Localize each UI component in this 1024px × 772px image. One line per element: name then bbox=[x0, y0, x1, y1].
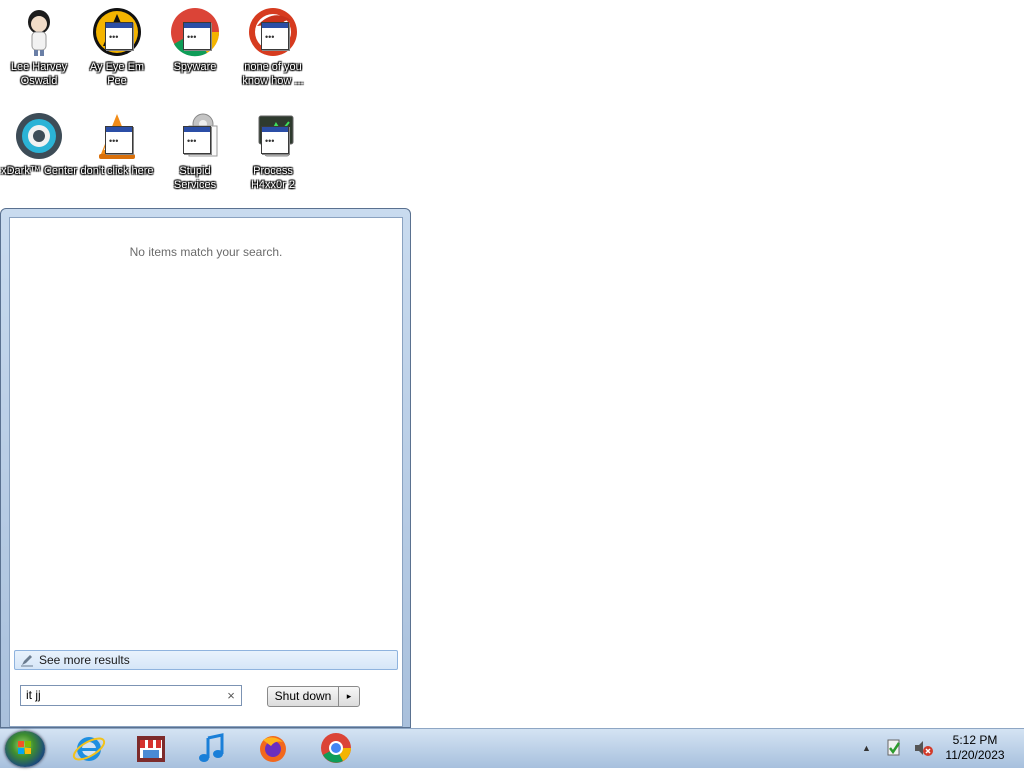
itunes-icon bbox=[199, 733, 224, 762]
desktop-icon-ay-eye-em-pee[interactable]: Ay Eye Em Pee bbox=[79, 2, 155, 88]
internet-explorer-icon bbox=[72, 737, 106, 761]
taskbar-firefox-button[interactable] bbox=[251, 730, 295, 766]
desktop-icon-label: Stupid Services bbox=[173, 165, 217, 191]
desktop-icon-label: none of you know how ... bbox=[242, 61, 304, 87]
no-results-message: No items match your search. bbox=[129, 245, 283, 259]
search-results-pane: No items match your search. See more res… bbox=[9, 217, 403, 727]
desktop-icon-label: Spyware bbox=[173, 61, 217, 73]
store-app-icon bbox=[137, 736, 165, 762]
desktop-icon-stupid-services[interactable]: ... Stupid Services bbox=[157, 106, 233, 192]
vlc-shortcut-icon bbox=[91, 110, 143, 162]
see-more-results-button[interactable]: See more results bbox=[14, 650, 398, 670]
clock-date: 11/20/2023 bbox=[945, 748, 1005, 762]
taskbar-chrome-button[interactable] bbox=[314, 730, 358, 766]
ring-app-icon bbox=[13, 110, 65, 162]
aim-shortcut-icon bbox=[91, 6, 143, 58]
chrome-shortcut-icon bbox=[169, 6, 221, 58]
start-search-input[interactable]: it jj bbox=[20, 685, 242, 706]
windows-logo-icon bbox=[18, 741, 31, 754]
firefox-icon bbox=[260, 736, 286, 762]
search-pen-icon bbox=[20, 653, 34, 667]
clear-search-icon[interactable]: × bbox=[225, 688, 237, 704]
taskbar-itunes-button[interactable] bbox=[190, 730, 234, 766]
start-button[interactable] bbox=[5, 731, 45, 767]
desktop-icon-label: don't click here bbox=[80, 165, 154, 177]
chrome-icon bbox=[321, 733, 351, 763]
desktop-icon-label: Lee Harvey Oswald bbox=[10, 61, 68, 87]
desktop-icon-xdark-center[interactable]: xDark™ Center bbox=[1, 106, 77, 178]
taskbar-store-button[interactable] bbox=[129, 730, 173, 766]
desktop-icon-spyware[interactable]: Spyware bbox=[157, 2, 233, 74]
process-hacker-shortcut-icon bbox=[247, 110, 299, 162]
services-shortcut-icon: ... bbox=[169, 110, 221, 162]
action-center-icon[interactable] bbox=[884, 738, 904, 758]
desktop-icon-process-h4xx0r-2[interactable]: Process H4xx0r 2 bbox=[235, 106, 311, 192]
desktop-icon-label: Ay Eye Em Pee bbox=[89, 61, 145, 87]
anime-character-icon bbox=[13, 6, 65, 58]
taskbar-internet-explorer-button[interactable] bbox=[67, 730, 111, 766]
start-menu: No items match your search. See more res… bbox=[0, 208, 411, 728]
red-bird-shortcut-icon bbox=[247, 6, 299, 58]
desktop-icon-lee-harvey-oswald[interactable]: Lee Harvey Oswald bbox=[1, 2, 77, 88]
show-hidden-icons-button[interactable]: ▲ bbox=[862, 738, 871, 758]
see-more-results-label: See more results bbox=[39, 653, 130, 667]
desktop-icon-label: xDark™ Center bbox=[1, 165, 77, 177]
system-clock[interactable]: 5:12 PM 11/20/2023 bbox=[940, 733, 1010, 763]
desktop-icon-dont-click-here[interactable]: don't click here bbox=[79, 106, 155, 178]
clock-time: 5:12 PM bbox=[952, 733, 998, 747]
desktop-icon-label: Process H4xx0r 2 bbox=[250, 165, 296, 191]
shut-down-button[interactable]: Shut down bbox=[267, 686, 339, 707]
shut-down-options-arrow-icon[interactable]: ▸ bbox=[338, 686, 360, 707]
volume-muted-icon[interactable] bbox=[912, 738, 934, 758]
desktop-icon-none-of-you-know-how[interactable]: none of you know how ... bbox=[235, 2, 311, 88]
